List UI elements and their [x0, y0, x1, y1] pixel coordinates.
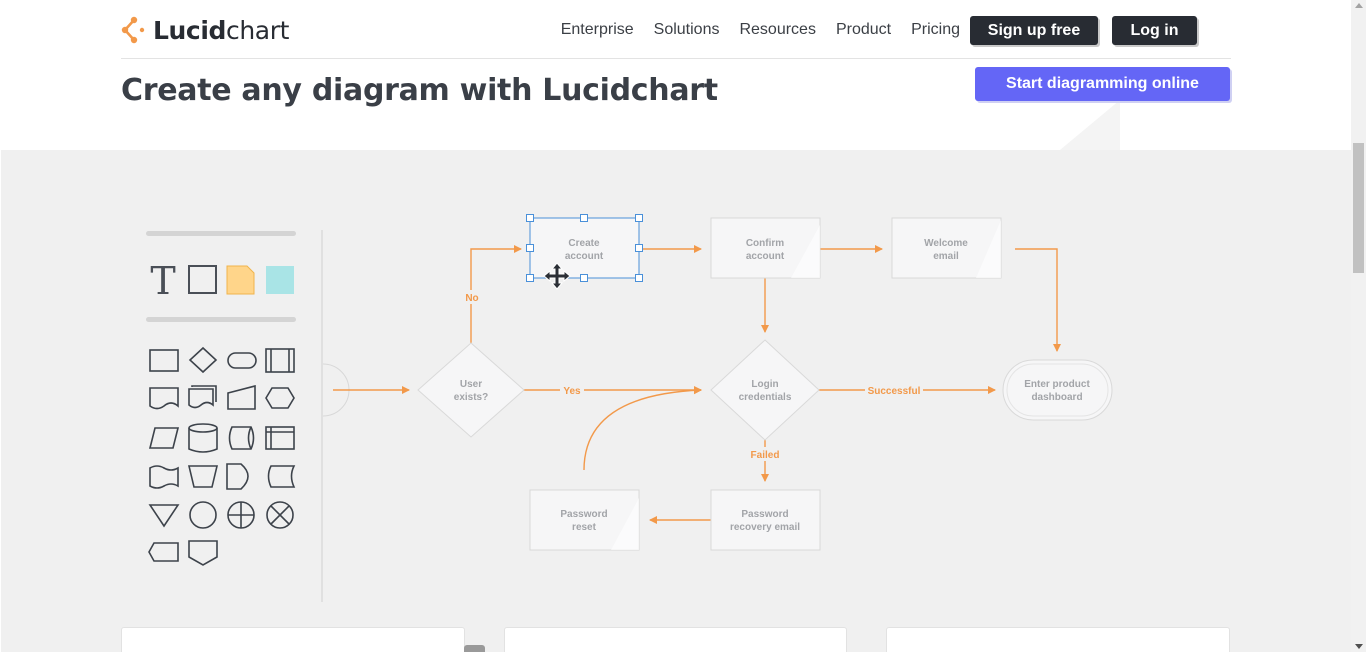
punched-tape-icon[interactable] [149, 465, 179, 489]
scroll-down-icon[interactable] [1355, 644, 1363, 649]
node-login-credentials[interactable]: Login credentials [710, 339, 820, 441]
manual-operation-icon[interactable] [187, 465, 219, 488]
site-header: Lucidchart Enterprise Solutions Resource… [121, 0, 1231, 59]
node-label: Login [751, 379, 778, 390]
resize-handle[interactable] [635, 274, 643, 282]
resize-handle[interactable] [580, 274, 588, 282]
page-title: Create any diagram with Lucidchart [121, 73, 718, 108]
merge-icon[interactable] [148, 504, 180, 528]
node-welcome-email[interactable]: Welcome email [891, 217, 1002, 279]
resize-handle[interactable] [635, 214, 643, 222]
sign-up-button[interactable]: Sign up free [970, 16, 1098, 45]
hero-decoration [1060, 100, 1120, 150]
node-confirm-account[interactable]: Confirm account [710, 217, 821, 279]
panel-divider [146, 231, 296, 236]
diagram-demo: T No Yes Successful Failed Create accoun… [1, 150, 1351, 652]
nav-resources[interactable]: Resources [739, 21, 815, 39]
scroll-up-icon[interactable] [1355, 3, 1363, 8]
rectangle-icon[interactable] [149, 349, 179, 372]
feature-card [504, 627, 847, 652]
panel-divider [146, 317, 296, 322]
shape-library-panel: T [146, 231, 296, 566]
node-label: credentials [739, 392, 792, 403]
color-swatch-icon[interactable] [266, 266, 294, 294]
nav-product[interactable]: Product [836, 21, 891, 39]
node-password-recovery-email[interactable]: Password recovery email [710, 489, 821, 551]
stored-data-icon[interactable] [267, 465, 296, 488]
page: Lucidchart Enterprise Solutions Resource… [0, 0, 1366, 652]
or-icon[interactable] [227, 501, 255, 529]
resize-handle[interactable] [635, 244, 643, 252]
text-tool-icon[interactable]: T [150, 259, 175, 303]
resize-handle[interactable] [526, 274, 534, 282]
start-diagramming-button[interactable]: Start diagramming online [975, 67, 1230, 101]
node-label: Password [741, 509, 788, 520]
document-icon[interactable] [149, 387, 179, 410]
node-label: exists? [454, 392, 488, 403]
node-label: Enter product [1024, 379, 1090, 390]
page-scrollbar[interactable] [1351, 0, 1366, 652]
edge-label-no: No [465, 293, 478, 304]
edge-reset-to-login [583, 386, 702, 471]
node-label: Password [560, 509, 607, 520]
node-label: Confirm [746, 238, 784, 249]
internal-storage-icon[interactable] [265, 426, 295, 450]
node-user-exists[interactable]: User exists? [417, 342, 525, 438]
resize-handle[interactable] [580, 214, 588, 222]
summing-junction-icon[interactable] [266, 501, 294, 529]
diamond-icon[interactable] [188, 346, 218, 374]
display-icon[interactable] [148, 542, 179, 562]
diagram-canvas: T No Yes Successful Failed Create accoun… [146, 214, 1113, 602]
edge-label-failed: Failed [751, 450, 780, 461]
data-icon[interactable] [148, 427, 180, 449]
edge-label-successful: Successful [868, 386, 921, 397]
node-password-reset[interactable]: Password reset [529, 489, 640, 551]
node-label: recovery email [730, 522, 800, 533]
resize-handle[interactable] [526, 214, 534, 222]
block-tool-icon[interactable] [188, 265, 217, 294]
node-label: account [746, 251, 785, 262]
card-tab [464, 645, 485, 652]
main-nav: Enterprise Solutions Resources Product P… [541, 21, 960, 39]
terminator-icon[interactable] [227, 352, 257, 369]
nav-enterprise[interactable]: Enterprise [561, 21, 634, 39]
resize-handle[interactable] [526, 244, 534, 252]
predefined-process-icon[interactable] [265, 348, 295, 373]
delay-icon[interactable] [226, 463, 249, 490]
node-label: Create [568, 238, 600, 249]
scroll-thumb[interactable] [1353, 143, 1364, 273]
feature-card [886, 627, 1230, 652]
database-icon[interactable] [188, 423, 218, 453]
node-label: account [565, 251, 604, 262]
node-label: email [933, 251, 959, 262]
node-label: reset [572, 522, 597, 533]
lucidchart-logo-icon [121, 14, 147, 46]
logo-wordmark: Lucidchart [153, 15, 290, 45]
sticky-note-icon[interactable] [226, 265, 255, 295]
nav-solutions[interactable]: Solutions [654, 21, 720, 39]
connector-icon[interactable] [189, 501, 217, 529]
node-label: User [460, 379, 482, 390]
edge-label-yes: Yes [563, 386, 581, 397]
node-label: dashboard [1031, 392, 1082, 403]
node-enter-product-dashboard[interactable]: Enter product dashboard [1002, 359, 1113, 421]
node-label: Welcome [924, 238, 968, 249]
multi-document-icon[interactable] [188, 385, 217, 409]
preparation-icon[interactable] [265, 387, 295, 409]
node-create-account[interactable]: Create account [529, 217, 640, 279]
feature-card [121, 627, 465, 652]
edge-welcome-to-dashboard [1015, 248, 1061, 352]
off-page-connector-icon[interactable] [188, 540, 218, 566]
direct-access-storage-icon[interactable] [228, 426, 255, 450]
log-in-button[interactable]: Log in [1112, 16, 1197, 45]
manual-input-icon[interactable] [227, 384, 256, 410]
nav-pricing[interactable]: Pricing [911, 21, 960, 39]
lucidchart-logo[interactable]: Lucidchart [121, 14, 289, 46]
